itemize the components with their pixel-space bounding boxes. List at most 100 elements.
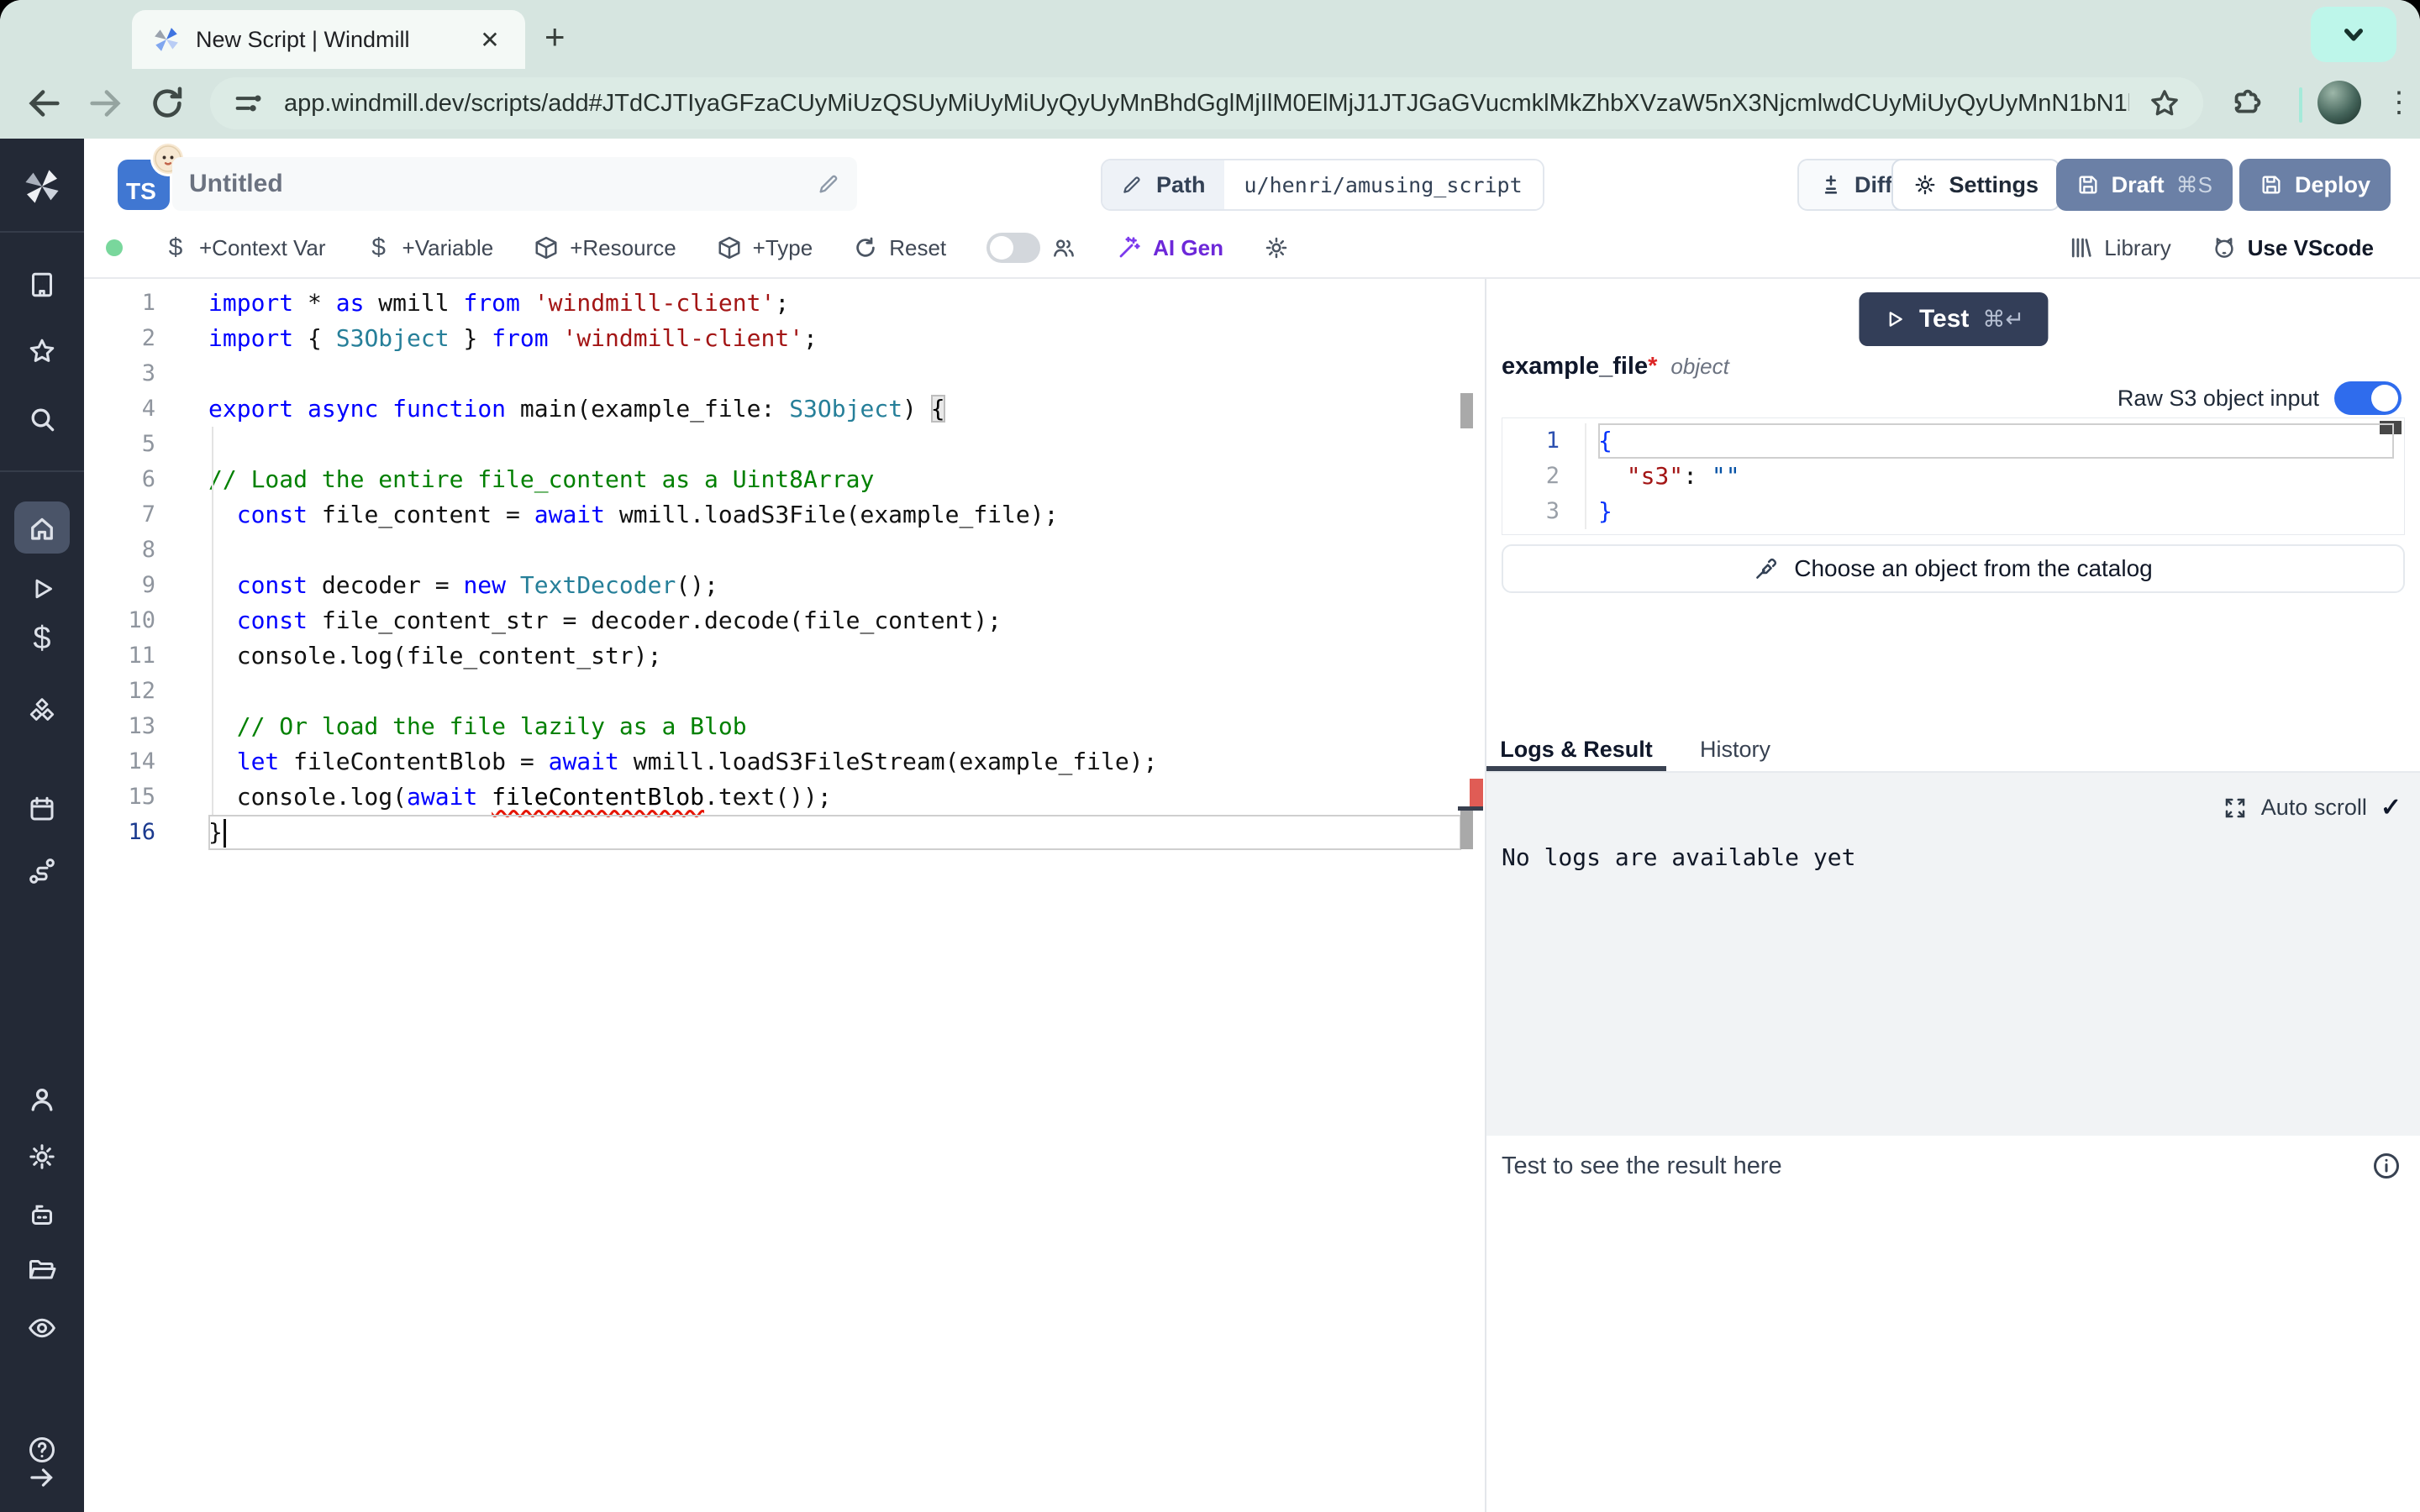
windmill-logo-icon[interactable]	[22, 166, 62, 207]
new-tab-button[interactable]: +	[544, 18, 566, 55]
tab-history[interactable]: History	[1666, 729, 1804, 771]
library-button[interactable]: Library	[2068, 235, 2170, 261]
line-content[interactable]	[208, 533, 1461, 568]
add-variable-button[interactable]: $+Variable	[366, 235, 494, 261]
test-button[interactable]: Test ⌘↵	[1859, 292, 2048, 346]
sidebar-item-runs[interactable]	[27, 574, 57, 604]
sidebar-item-resources[interactable]	[27, 696, 57, 726]
sidebar-item-search[interactable]	[27, 404, 57, 434]
raw-s3-toggle[interactable]	[2334, 381, 2402, 415]
line-content[interactable]: "s3": ""	[1598, 459, 2394, 494]
code-token: S3Object	[336, 324, 450, 352]
code-line[interactable]: 15 console.log(await fileContentBlob.tex…	[84, 780, 1485, 815]
line-content[interactable]: const file_content_str = decoder.decode(…	[208, 603, 1461, 638]
line-content[interactable]: // Load the entire file_content as a Uin…	[208, 462, 1461, 497]
forward-icon[interactable]	[86, 84, 124, 123]
tab-search-button[interactable]	[2311, 7, 2396, 62]
browser-menu-icon[interactable]: ⋮	[2385, 81, 2413, 124]
edit-name-pencil-icon[interactable]	[817, 172, 840, 196]
sidebar-item-help[interactable]	[27, 1435, 57, 1465]
scrollbar-slider[interactable]	[1460, 811, 1473, 849]
site-info-icon[interactable]	[232, 87, 266, 120]
reload-icon[interactable]	[148, 84, 187, 123]
code-line[interactable]: 13 // Or load the file lazily as a Blob	[84, 709, 1485, 744]
sidebar-item-workspace[interactable]	[27, 270, 57, 300]
line-content[interactable]: // Or load the file lazily as a Blob	[208, 709, 1461, 744]
browser-profile-avatar[interactable]	[2317, 81, 2361, 124]
ai-gen-button[interactable]: AI Gen	[1117, 235, 1223, 261]
scrollbar-slider[interactable]	[1460, 393, 1473, 428]
extensions-puzzle-icon[interactable]	[2228, 84, 2267, 123]
sidebar-item-folders[interactable]	[27, 1255, 57, 1285]
sidebar-expand-icon[interactable]	[27, 1462, 57, 1493]
line-content[interactable]: {	[1598, 423, 2394, 459]
code-line[interactable]: 2 "s3": ""	[1502, 459, 2404, 494]
code-lines[interactable]: 1import * as wmill from 'windmill-client…	[84, 279, 1485, 1512]
sidebar-item-home[interactable]	[27, 513, 57, 543]
bookmark-star-icon[interactable]	[2148, 87, 2181, 120]
code-line[interactable]: 5	[84, 427, 1485, 462]
code-line[interactable]: 1{	[1502, 423, 2404, 459]
line-content[interactable]: import * as wmill from 'windmill-client'…	[208, 286, 1461, 321]
add-context-var-button[interactable]: $+Context Var	[163, 235, 326, 261]
tab-logs-result[interactable]: Logs & Result	[1486, 729, 1666, 771]
settings-button[interactable]: Settings	[1891, 159, 2060, 211]
raw-s3-toggle-label: Raw S3 object input	[2118, 386, 2319, 412]
code-line[interactable]: 6// Load the entire file_content as a Ui…	[84, 462, 1485, 497]
code-line[interactable]: 12	[84, 674, 1485, 709]
back-icon[interactable]	[25, 84, 64, 123]
code-line[interactable]: 7 const file_content = await wmill.loadS…	[84, 497, 1485, 533]
add-resource-button[interactable]: +Resource	[534, 235, 676, 261]
path-field[interactable]: Path u/henri/amusing_script	[1101, 159, 1544, 211]
code-line[interactable]: 14 let fileContentBlob = await wmill.loa…	[84, 744, 1485, 780]
code-line[interactable]: 10 const file_content_str = decoder.deco…	[84, 603, 1485, 638]
deploy-button[interactable]: Deploy	[2239, 159, 2391, 211]
choose-object-button[interactable]: Choose an object from the catalog	[1502, 544, 2405, 593]
use-vscode-button[interactable]: Use VScode	[2212, 235, 2374, 261]
sidebar-item-workers[interactable]	[27, 1200, 57, 1230]
code-token: {	[931, 395, 945, 423]
add-type-button[interactable]: +Type	[717, 235, 813, 261]
code-line[interactable]: 4export async function main(example_file…	[84, 391, 1485, 427]
code-line[interactable]: 11 console.log(file_content_str);	[84, 638, 1485, 674]
line-content[interactable]: console.log(file_content_str);	[208, 638, 1461, 674]
sidebar-item-favorites[interactable]	[27, 336, 57, 366]
line-content[interactable]	[208, 427, 1461, 462]
auto-scroll-control[interactable]: Auto scroll ✓	[2223, 793, 2402, 822]
code-line[interactable]: 1import * as wmill from 'windmill-client…	[84, 286, 1485, 321]
line-content[interactable]: let fileContentBlob = await wmill.loadS3…	[208, 744, 1461, 780]
expand-icon[interactable]	[2223, 795, 2248, 821]
sidebar-item-users[interactable]	[27, 1084, 57, 1115]
code-line[interactable]: 3}	[1502, 494, 2404, 529]
address-bar[interactable]: app.windmill.dev/scripts/add#JTdCJTIyaGF…	[210, 77, 2203, 129]
line-content[interactable]	[208, 674, 1461, 709]
draft-button[interactable]: Draft ⌘S	[2056, 159, 2233, 211]
line-content[interactable]	[208, 356, 1461, 391]
sidebar-item-flows[interactable]	[27, 856, 57, 886]
line-content[interactable]: }	[208, 815, 1461, 850]
line-content[interactable]: export async function main(example_file:…	[208, 391, 1461, 427]
sidebar-item-audit-logs[interactable]	[27, 1313, 57, 1343]
code-line[interactable]: 9 const decoder = new TextDecoder();	[84, 568, 1485, 603]
code-line[interactable]: 8	[84, 533, 1485, 568]
info-icon[interactable]	[2371, 1151, 2402, 1181]
json-arg-editor[interactable]: 1{2 "s3": ""3}	[1502, 417, 2405, 535]
line-content[interactable]: console.log(await fileContentBlob.text()…	[208, 780, 1461, 815]
reset-button[interactable]: Reset	[853, 235, 946, 261]
sidebar-item-variables[interactable]: $	[33, 623, 50, 654]
code-line[interactable]: 3	[84, 356, 1485, 391]
multiplayer-toggle[interactable]	[986, 233, 1040, 263]
line-content[interactable]: import { S3Object } from 'windmill-clien…	[208, 321, 1461, 356]
code-editor[interactable]: 1import * as wmill from 'windmill-client…	[84, 279, 1485, 1512]
line-content[interactable]: }	[1598, 494, 2394, 529]
editor-settings-gear-icon[interactable]	[1264, 235, 1289, 260]
script-name-input[interactable]: Untitled	[172, 157, 857, 211]
tab-close-icon[interactable]: ✕	[475, 26, 505, 54]
line-content[interactable]: const file_content = await wmill.loadS3F…	[208, 497, 1461, 533]
sidebar-item-settings[interactable]	[27, 1142, 57, 1172]
sidebar-item-schedules[interactable]	[27, 794, 57, 824]
line-content[interactable]: const decoder = new TextDecoder();	[208, 568, 1461, 603]
code-line[interactable]: 2import { S3Object } from 'windmill-clie…	[84, 321, 1485, 356]
browser-tab[interactable]: New Script | Windmill ✕	[132, 10, 525, 69]
code-line[interactable]: 16}	[84, 815, 1485, 850]
